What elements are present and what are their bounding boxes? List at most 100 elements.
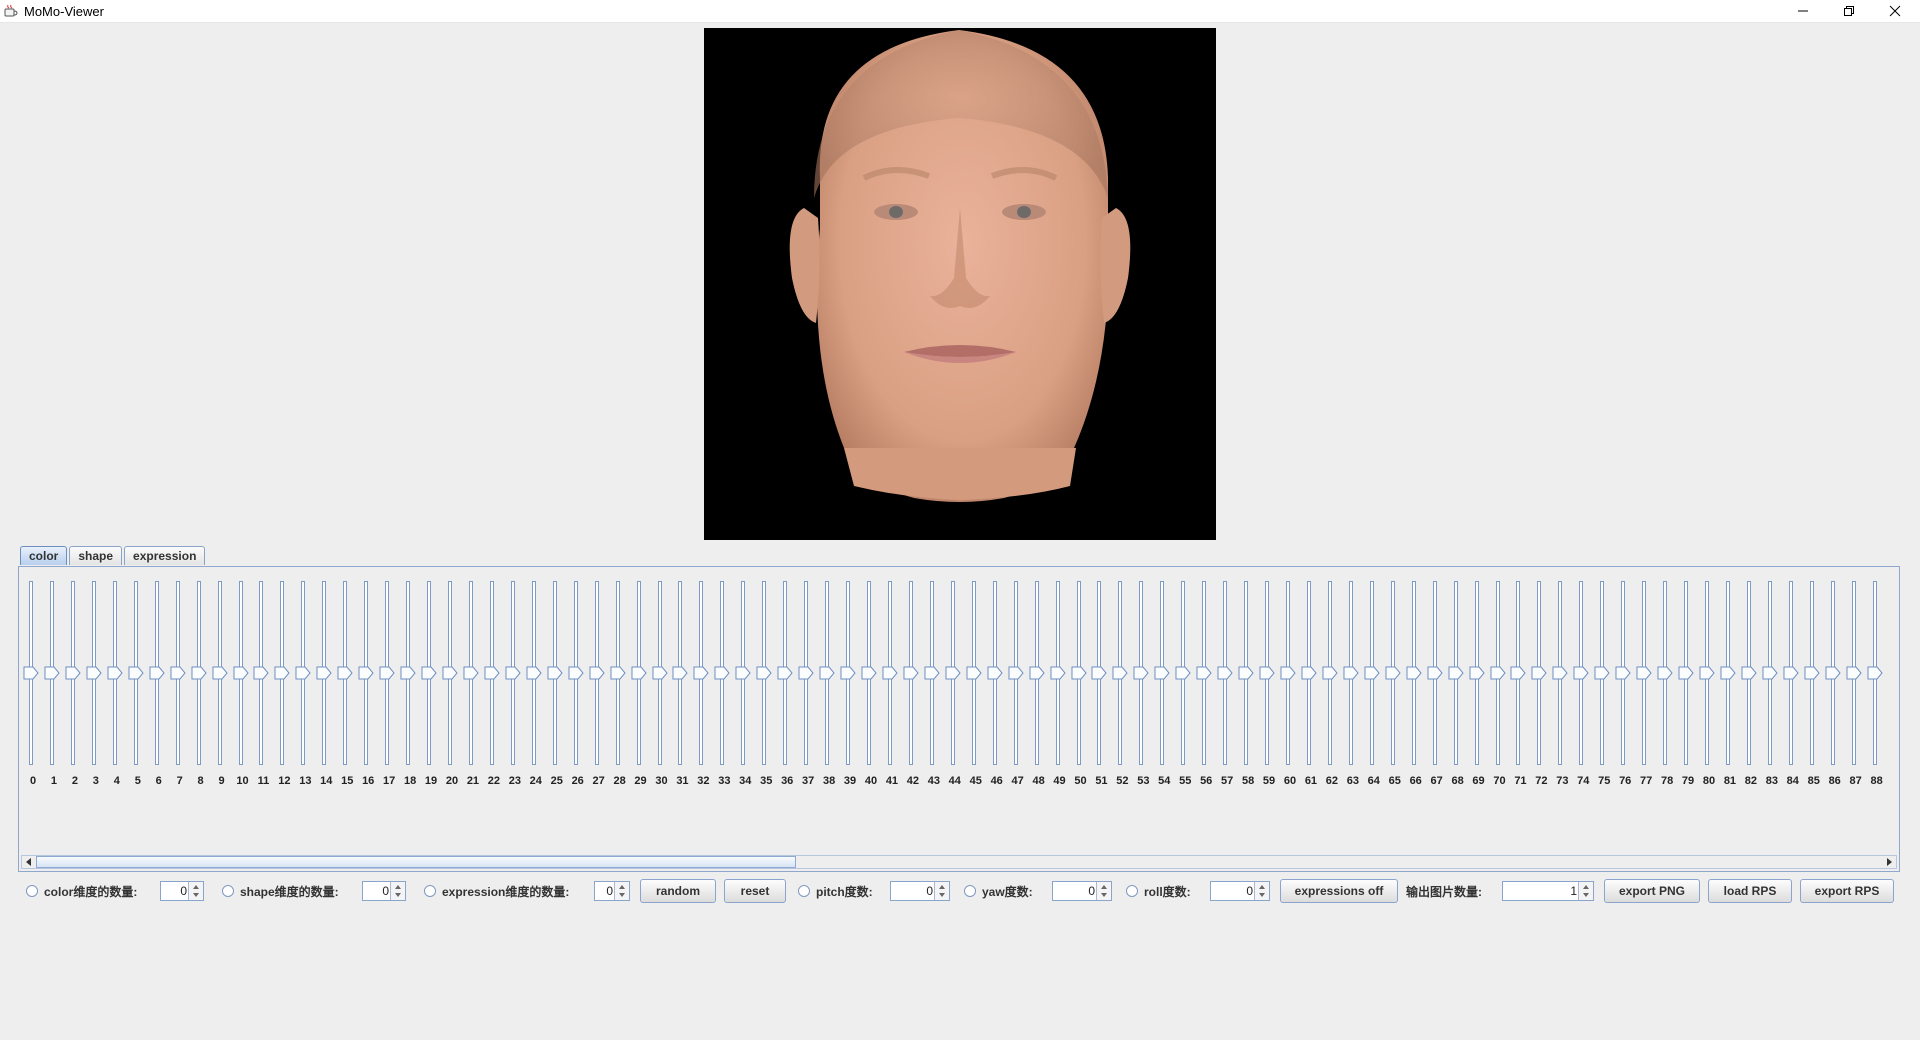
slider-31[interactable]: 31 — [672, 581, 692, 787]
slider-thumb-icon[interactable] — [735, 666, 751, 680]
slider-thumb-icon[interactable] — [1510, 666, 1527, 680]
slider-27[interactable]: 27 — [589, 581, 609, 787]
slider-7[interactable]: 7 — [170, 581, 190, 787]
slider-thumb-icon[interactable] — [1552, 666, 1568, 680]
slider-87[interactable]: 87 — [1846, 581, 1866, 787]
slider-thumb-icon[interactable] — [358, 666, 374, 680]
slider-thumb-icon[interactable] — [966, 666, 982, 680]
slider-34[interactable]: 34 — [735, 581, 755, 787]
reset-button[interactable]: reset — [724, 879, 786, 903]
slider-thumb-icon[interactable] — [149, 666, 165, 680]
slider-47[interactable]: 47 — [1008, 581, 1028, 787]
slider-thumb-icon[interactable] — [65, 666, 81, 680]
slider-thumb-icon[interactable] — [400, 666, 416, 680]
slider-thumb-icon[interactable] — [1196, 666, 1212, 680]
scroll-right-icon[interactable] — [1882, 856, 1896, 868]
slider-thumb-icon[interactable] — [526, 666, 542, 680]
slider-thumb-icon[interactable] — [1699, 666, 1715, 680]
spinner-arrows-icon[interactable] — [934, 882, 949, 900]
close-button[interactable] — [1872, 0, 1918, 22]
slider-28[interactable]: 28 — [610, 581, 630, 787]
shape-dims-spinner[interactable]: 0 — [362, 881, 406, 901]
slider-thumb-icon[interactable] — [1615, 666, 1631, 680]
slider-thumb-icon[interactable] — [840, 666, 856, 680]
slider-thumb-icon[interactable] — [1322, 666, 1338, 680]
slider-40[interactable]: 40 — [861, 581, 881, 787]
slider-thumb-icon[interactable] — [882, 666, 898, 680]
export-png-button[interactable]: export PNG — [1604, 879, 1700, 903]
slider-thumb-icon[interactable] — [777, 666, 793, 680]
tab-expression[interactable]: expression — [124, 546, 206, 565]
slider-thumb-icon[interactable] — [631, 666, 647, 680]
slider-46[interactable]: 46 — [987, 581, 1007, 787]
slider-thumb-icon[interactable] — [1406, 666, 1422, 680]
slider-44[interactable]: 44 — [945, 581, 965, 787]
yaw-radio[interactable] — [964, 885, 976, 897]
restore-button[interactable] — [1826, 0, 1872, 22]
slider-29[interactable]: 29 — [631, 581, 651, 787]
slider-67[interactable]: 67 — [1427, 581, 1447, 787]
slider-56[interactable]: 56 — [1196, 581, 1216, 787]
slider-thumb-icon[interactable] — [1783, 666, 1799, 680]
shape-dims-radio[interactable] — [222, 885, 234, 897]
slider-thumb-icon[interactable] — [1825, 666, 1841, 680]
slider-thumb-icon[interactable] — [1217, 666, 1233, 680]
slider-thumb-icon[interactable] — [253, 666, 270, 680]
pitch-radio[interactable] — [798, 885, 810, 897]
slider-thumb-icon[interactable] — [1112, 666, 1129, 680]
slider-thumb-icon[interactable] — [1573, 666, 1589, 680]
spinner-arrows-icon[interactable] — [1096, 882, 1111, 900]
slider-thumb-icon[interactable] — [1804, 666, 1820, 680]
slider-thumb-icon[interactable] — [1050, 666, 1066, 680]
slider-1[interactable]: 1 — [44, 581, 64, 787]
slider-thumb-icon[interactable] — [1531, 666, 1548, 680]
slider-thumb-icon[interactable] — [44, 666, 60, 680]
slider-52[interactable]: 52 — [1112, 581, 1132, 787]
slider-60[interactable]: 60 — [1280, 581, 1300, 787]
slider-37[interactable]: 37 — [798, 581, 818, 787]
slider-63[interactable]: 63 — [1343, 581, 1363, 787]
slider-22[interactable]: 22 — [484, 581, 504, 787]
slider-thumb-icon[interactable] — [1427, 666, 1443, 680]
roll-spinner[interactable]: 0 — [1210, 881, 1270, 901]
slider-78[interactable]: 78 — [1657, 581, 1677, 787]
slider-20[interactable]: 20 — [442, 581, 462, 787]
slider-43[interactable]: 43 — [924, 581, 944, 787]
slider-thumb-icon[interactable] — [421, 666, 437, 680]
slider-38[interactable]: 38 — [819, 581, 839, 787]
slider-50[interactable]: 50 — [1071, 581, 1091, 787]
slider-thumb-icon[interactable] — [1678, 666, 1694, 680]
export-rps-button[interactable]: export RPS — [1800, 879, 1894, 903]
slider-36[interactable]: 36 — [777, 581, 797, 787]
slider-thumb-icon[interactable] — [924, 666, 940, 680]
slider-thumb-icon[interactable] — [463, 666, 479, 680]
slider-23[interactable]: 23 — [505, 581, 525, 787]
slider-thumb-icon[interactable] — [1364, 666, 1380, 680]
slider-81[interactable]: 81 — [1720, 581, 1740, 787]
slider-thumb-icon[interactable] — [191, 666, 207, 680]
slider-thumb-icon[interactable] — [610, 666, 626, 680]
slider-24[interactable]: 24 — [526, 581, 546, 787]
slider-thumb-icon[interactable] — [1385, 666, 1401, 680]
slider-thumb-icon[interactable] — [547, 666, 563, 680]
tab-shape[interactable]: shape — [69, 546, 123, 565]
slider-77[interactable]: 77 — [1636, 581, 1656, 787]
spinner-arrows-icon[interactable] — [1578, 882, 1593, 900]
slider-32[interactable]: 32 — [693, 581, 713, 787]
slider-thumb-icon[interactable] — [714, 666, 730, 680]
slider-75[interactable]: 75 — [1594, 581, 1614, 787]
slider-thumb-icon[interactable] — [1636, 666, 1652, 680]
slider-45[interactable]: 45 — [966, 581, 986, 787]
slider-61[interactable]: 61 — [1301, 581, 1321, 787]
slider-82[interactable]: 82 — [1741, 581, 1761, 787]
slider-26[interactable]: 26 — [568, 581, 588, 787]
slider-6[interactable]: 6 — [149, 581, 169, 787]
slider-thumb-icon[interactable] — [1259, 666, 1275, 680]
horizontal-scrollbar[interactable] — [21, 855, 1897, 869]
slider-thumb-icon[interactable] — [484, 666, 500, 680]
slider-73[interactable]: 73 — [1552, 581, 1572, 787]
slider-59[interactable]: 59 — [1259, 581, 1279, 787]
slider-thumb-icon[interactable] — [170, 666, 186, 680]
slider-thumb-icon[interactable] — [1490, 666, 1506, 680]
color-dims-radio[interactable] — [26, 885, 38, 897]
